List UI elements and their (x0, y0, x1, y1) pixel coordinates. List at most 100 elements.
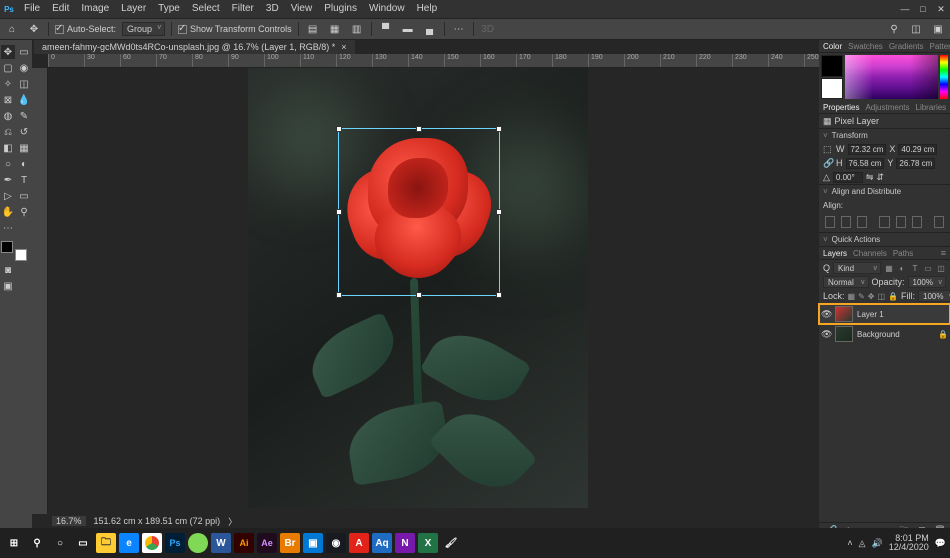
filter-type-icon[interactable]: T (910, 263, 920, 273)
more-align-icon[interactable] (934, 216, 944, 228)
transform-handle-nw[interactable] (336, 126, 342, 132)
lock-all-icon[interactable]: 🔒 (888, 291, 898, 301)
align-top-icon[interactable]: ▀ (378, 21, 394, 37)
taskbar-acrobat[interactable]: A (349, 533, 369, 553)
menu-help[interactable]: Help (411, 0, 444, 18)
taskbar-cortana[interactable]: ○ (50, 533, 70, 553)
color-spectrum[interactable] (845, 55, 938, 99)
path-tool[interactable]: ▷ (1, 189, 15, 203)
workspace-icon[interactable]: ▣ (930, 21, 946, 37)
layer-filter-dropdown[interactable]: Kind (833, 262, 881, 274)
heal-tool[interactable]: ◍ (1, 109, 15, 123)
flip-v-icon[interactable]: ⇵ (876, 172, 884, 183)
frame-tool[interactable]: ⊠ (1, 93, 15, 107)
tab-layers[interactable]: Layers (823, 249, 847, 258)
blur-tool[interactable]: ○ (1, 157, 15, 171)
menu-view[interactable]: View (285, 0, 319, 18)
taskbar-illustrator[interactable]: Ai (234, 533, 254, 553)
menu-file[interactable]: File (18, 0, 46, 18)
tab-swatches[interactable]: Swatches (848, 42, 883, 51)
align-top-btn[interactable] (879, 216, 889, 228)
filter-pixel-icon[interactable]: ▦ (884, 263, 894, 273)
height-field[interactable]: 76.58 cm (846, 158, 885, 169)
menu-plugins[interactable]: Plugins (318, 0, 363, 18)
y-field[interactable]: 26.78 cm (896, 158, 935, 169)
marquee-tool[interactable]: ▢ (1, 61, 15, 75)
hue-slider[interactable] (940, 55, 948, 99)
transform-section[interactable]: Transform (819, 128, 950, 142)
stamp-tool[interactable]: ⎌ (1, 125, 15, 139)
document-tab[interactable]: ameen-fahmy-gcMWd0ts4RCo-unsplash.jpg @ … (34, 40, 355, 54)
type-tool[interactable]: T (17, 173, 31, 187)
tray-clock[interactable]: 8:01 PM12/4/2020 (889, 534, 929, 552)
share-icon[interactable]: ◫ (908, 21, 924, 37)
align-center-h-icon[interactable]: ▦ (327, 21, 343, 37)
quick-actions-section[interactable]: Quick Actions (819, 232, 950, 246)
start-button[interactable]: ⊞ (4, 533, 24, 553)
layer-row[interactable]: 👁Layer 1 (819, 304, 950, 324)
3d-mode-icon[interactable]: 3D (480, 21, 496, 37)
tab-channels[interactable]: Channels (853, 249, 887, 258)
tray-volume-icon[interactable]: 🔊 (872, 538, 883, 549)
taskbar-app3[interactable]: Aq (372, 533, 392, 553)
artboard-tool[interactable]: ▭ (17, 45, 31, 59)
tab-properties[interactable]: Properties (823, 103, 859, 112)
panel-menu-icon[interactable]: ≡ (941, 248, 946, 258)
gradient-tool[interactable]: ▦ (17, 141, 31, 155)
transform-handle-s[interactable] (416, 292, 422, 298)
taskbar-word[interactable]: W (211, 533, 231, 553)
tab-close-icon[interactable]: × (341, 42, 346, 52)
visibility-icon[interactable]: 👁 (821, 309, 831, 320)
opacity-field[interactable]: 100% (908, 276, 946, 288)
transform-handle-sw[interactable] (336, 292, 342, 298)
screenmode-tool[interactable]: ▣ (1, 279, 15, 293)
history-brush-tool[interactable]: ↺ (17, 125, 31, 139)
dodge-tool[interactable]: ◐ (17, 157, 31, 171)
transform-handle-n[interactable] (416, 126, 422, 132)
tab-paths[interactable]: Paths (893, 249, 913, 258)
transform-handle-w[interactable] (336, 209, 342, 215)
taskbar-edge[interactable]: e (119, 533, 139, 553)
transform-handle-se[interactable] (496, 292, 502, 298)
menu-3d[interactable]: 3D (260, 0, 285, 18)
crop-tool[interactable]: ◫ (17, 77, 31, 91)
wand-tool[interactable]: ✧ (1, 77, 15, 91)
menu-type[interactable]: Type (152, 0, 186, 18)
layer-row[interactable]: 👁Background🔒 (819, 324, 950, 344)
link-wh-icon[interactable]: 🔗 (823, 158, 833, 169)
transform-handle-e[interactable] (496, 209, 502, 215)
taskbar-aftereffects[interactable]: Ae (257, 533, 277, 553)
angle-field[interactable]: 0.00° (833, 172, 863, 183)
align-left-icon[interactable]: ▤ (305, 21, 321, 37)
align-vcenter-btn[interactable] (896, 216, 906, 228)
lock-position-icon[interactable]: ✥ (868, 291, 875, 301)
menu-edit[interactable]: Edit (46, 0, 75, 18)
move-tool[interactable]: ✥ (1, 45, 15, 59)
layer-thumbnail[interactable] (835, 306, 853, 322)
taskbar-bridge[interactable]: Br (280, 533, 300, 553)
quickmask-tool[interactable]: ◙ (1, 263, 15, 277)
minimize-button[interactable]: — (896, 2, 914, 16)
align-left-btn[interactable] (825, 216, 835, 228)
close-button[interactable]: ✕ (932, 2, 950, 16)
auto-select-checkbox[interactable]: Auto-Select: (55, 24, 116, 34)
tray-chevron-icon[interactable]: ˄ (847, 538, 852, 548)
blend-mode-dropdown[interactable]: Normal (823, 276, 869, 288)
auto-select-dropdown[interactable]: Group (122, 22, 165, 36)
visibility-icon[interactable]: 👁 (821, 329, 831, 340)
tab-gradients[interactable]: Gradients (889, 42, 924, 51)
home-icon[interactable]: ⌂ (4, 21, 20, 37)
layer-thumbnail[interactable] (835, 326, 853, 342)
fg-swatch[interactable] (821, 55, 843, 77)
transform-handle-ne[interactable] (496, 126, 502, 132)
hand-tool[interactable]: ✋ (1, 205, 15, 219)
align-middle-icon[interactable]: ▬ (400, 21, 416, 37)
tray-network-icon[interactable]: ◬ (859, 538, 866, 549)
align-right-btn[interactable] (857, 216, 867, 228)
x-field[interactable]: 40.29 cm (898, 144, 937, 155)
align-bottom-btn[interactable] (912, 216, 922, 228)
tab-adjustments[interactable]: Adjustments (865, 103, 909, 112)
taskbar-taskview[interactable]: ▭ (73, 533, 93, 553)
zoom-tool[interactable]: ⚲ (17, 205, 31, 219)
align-section[interactable]: Align and Distribute (819, 184, 950, 198)
